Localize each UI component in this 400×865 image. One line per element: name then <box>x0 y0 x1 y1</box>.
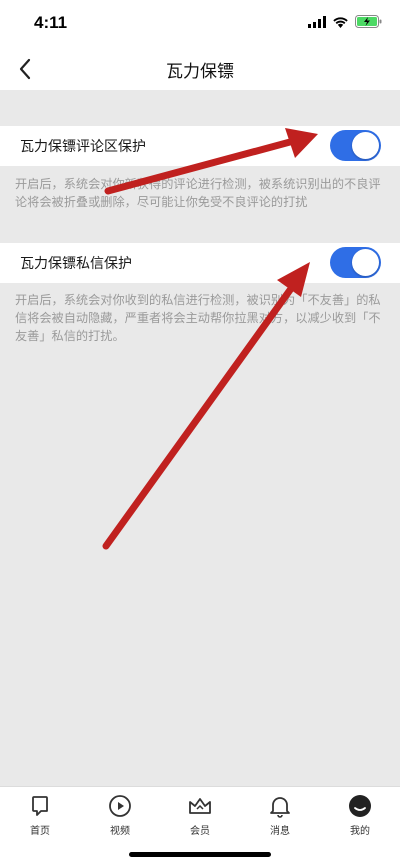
tab-home[interactable]: 首页 <box>10 793 70 837</box>
status-icons <box>308 15 382 28</box>
profile-icon <box>349 795 371 817</box>
comment-protection-row: 瓦力保镖评论区保护 <box>0 126 400 166</box>
home-icon <box>32 796 48 816</box>
toggle-knob <box>352 249 379 276</box>
page-title: 瓦力保镖 <box>166 62 234 82</box>
bell-icon <box>270 797 290 818</box>
comment-protection-label: 瓦力保镖评论区保护 <box>20 139 146 155</box>
toggle-knob <box>352 132 379 159</box>
tab-label: 首页 <box>30 826 50 837</box>
crown-icon <box>189 798 211 814</box>
message-protection-row: 瓦力保镖私信保护 <box>0 243 400 283</box>
video-icon <box>109 795 131 817</box>
wifi-icon <box>333 16 348 28</box>
tab-label: 会员 <box>190 826 210 837</box>
tab-label: 我的 <box>350 826 370 837</box>
message-protection-label: 瓦力保镖私信保护 <box>20 256 132 272</box>
message-protection-toggle[interactable] <box>330 247 381 278</box>
tab-label: 视频 <box>110 826 130 837</box>
section-spacer <box>0 90 400 126</box>
tab-profile[interactable]: 我的 <box>330 793 390 837</box>
navigation-bar: 瓦力保镖 <box>0 48 400 90</box>
message-protection-description: 开启后，系统会对你收到的私信进行检测，被识别为「不友善」的私信将会被自动隐藏，严… <box>15 293 381 343</box>
battery-charging-icon <box>355 15 382 28</box>
cellular-signal-icon <box>308 15 326 28</box>
comment-protection-toggle[interactable] <box>330 130 381 161</box>
home-indicator <box>129 852 271 857</box>
comment-protection-description: 开启后，系统会对你新获得的评论进行检测，被系统识别出的不良评论将会被折叠或删除，… <box>15 177 381 209</box>
tab-messages[interactable]: 消息 <box>250 793 310 837</box>
status-bar: 4:11 <box>0 0 400 48</box>
status-time: 4:11 <box>34 13 68 32</box>
tab-membership[interactable]: 会员 <box>170 793 230 837</box>
tab-video[interactable]: 视频 <box>90 793 150 837</box>
tab-label: 消息 <box>270 826 290 837</box>
